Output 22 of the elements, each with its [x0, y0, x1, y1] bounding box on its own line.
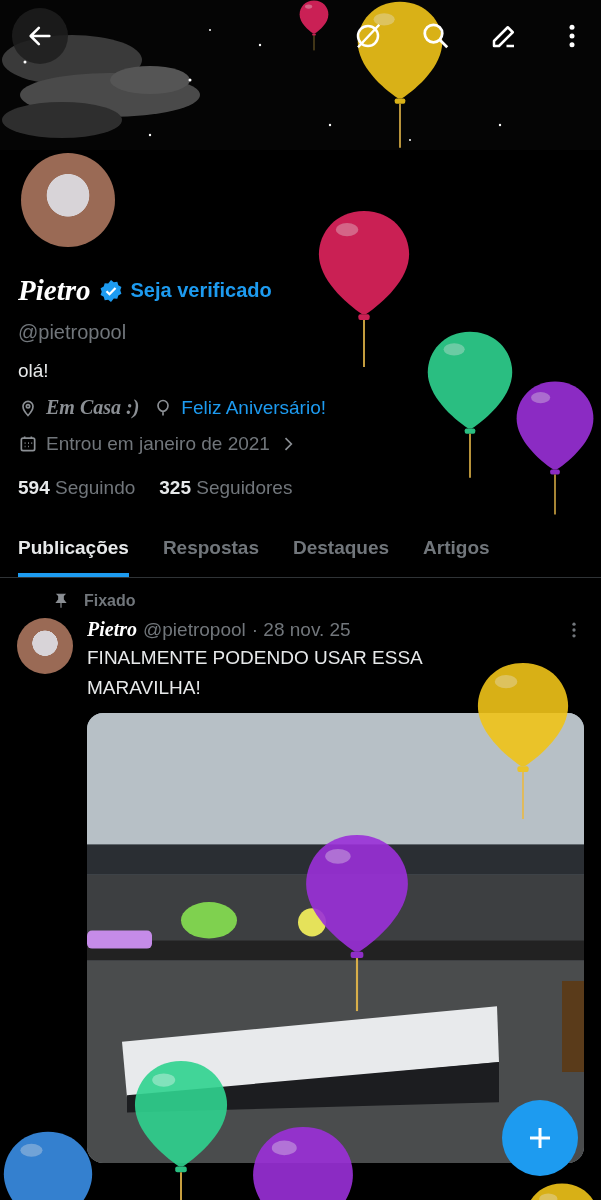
profile-tab[interactable]: Publicações [18, 529, 129, 577]
profile-bio: olá! [18, 360, 50, 382]
balloon-drawing [299, 0, 329, 51]
birthday-text: Feliz Aniversário! [181, 396, 326, 419]
search-icon[interactable] [421, 21, 451, 51]
verify-link[interactable]: Seja verificado [130, 279, 272, 302]
calendar-icon [18, 434, 38, 454]
following-link[interactable]: 594 Seguindo [18, 477, 136, 499]
post-date: · 28 nov. 25 [251, 618, 351, 641]
post-text: FINALMENTE PODENDO USAR ESSA MARAVILHA! [87, 646, 424, 700]
profile-tab[interactable]: Respostas [162, 529, 259, 577]
join-date: Entrou em janeiro de 2021 [46, 433, 270, 455]
profile-name: Pietro [18, 274, 91, 307]
avatar[interactable] [17, 618, 73, 674]
post-handle: @pietropool [143, 618, 246, 641]
profile-handle: @pietropool [18, 321, 128, 344]
post-author: Pietro [87, 618, 137, 641]
pinned-label: Fixado [84, 592, 136, 610]
profile-tab[interactable]: Artigos [423, 529, 490, 577]
location-text: Em Casa :) [46, 396, 140, 419]
profile-tab[interactable]: Destaques [293, 529, 390, 577]
followers-link[interactable]: 325 Seguidores [159, 477, 293, 499]
